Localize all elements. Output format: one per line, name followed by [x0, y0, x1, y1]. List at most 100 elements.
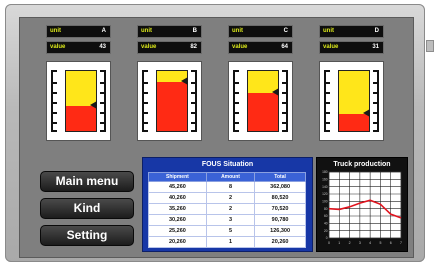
table-cell: 25,260	[148, 225, 207, 237]
value-number: 31	[372, 44, 379, 50]
column-header: Amount	[205, 172, 256, 182]
scale-tick	[373, 112, 377, 114]
table-cell: 2	[205, 192, 256, 204]
gauge-body	[46, 61, 111, 141]
x-tick-label: 1	[338, 241, 340, 245]
x-tick-label: 4	[369, 241, 371, 245]
left-scale-bracket	[142, 70, 148, 132]
scale-tick	[373, 102, 377, 104]
table-header-row: Shipment Amount Total	[148, 172, 306, 182]
scale-tick	[144, 92, 148, 94]
scale-tick	[191, 82, 195, 84]
scale-tick	[100, 102, 104, 104]
scale-tick	[282, 82, 286, 84]
gauge-value-row: value 64	[228, 41, 293, 54]
x-tick-label: 3	[359, 241, 361, 245]
scale-tick	[100, 122, 104, 124]
table-row: 35,260 2 70,520	[148, 203, 306, 215]
scale-tick	[235, 102, 239, 104]
value-label: value	[141, 44, 157, 50]
scale-tick	[373, 92, 377, 94]
y-tick-label: 40	[324, 222, 328, 226]
scale-tick	[235, 112, 239, 114]
level-bar	[247, 70, 279, 132]
level-pointer-icon	[363, 108, 370, 117]
table-row: 40,260 2 80,520	[148, 192, 306, 204]
scale-tick	[326, 122, 330, 124]
value-number: 82	[190, 44, 197, 50]
scale-tick	[53, 92, 57, 94]
gauge-value-row: value 82	[137, 41, 202, 54]
level-pointer-icon	[90, 101, 97, 110]
kind-button[interactable]: Kind	[40, 198, 134, 219]
right-scale-bracket	[282, 70, 288, 132]
x-tick-label: 0	[328, 241, 330, 245]
plot-area	[328, 171, 402, 239]
table-cell: 5	[205, 225, 256, 237]
scale-tick	[326, 92, 330, 94]
scale-tick	[144, 112, 148, 114]
column-header: Total	[254, 172, 306, 182]
gauge-b: unit B value 82	[137, 25, 202, 141]
bar-remaining	[339, 71, 369, 114]
scale-tick	[53, 122, 57, 124]
unit-label: unit	[141, 28, 152, 34]
table-cell: 20,260	[148, 236, 207, 248]
scale-tick	[326, 112, 330, 114]
level-pointer-icon	[181, 77, 188, 86]
y-tick-label: 120	[322, 192, 328, 196]
table-cell: 35,260	[148, 203, 207, 215]
scale-tick	[373, 122, 377, 124]
x-tick-label: 6	[390, 241, 392, 245]
unit-label: unit	[50, 28, 61, 34]
left-scale-bracket	[324, 70, 330, 132]
fous-situation-panel: FOUS Situation Shipment Amount Total 45,…	[142, 157, 313, 252]
table-cell: 362,080	[254, 181, 306, 193]
gauge-body	[228, 61, 293, 141]
y-tick-label: 0	[326, 236, 328, 240]
scale-tick	[235, 122, 239, 124]
gauge-value-row: value 31	[319, 41, 384, 54]
unit-value: C	[283, 28, 288, 34]
x-tick-label: 5	[379, 241, 381, 245]
value-label: value	[50, 44, 66, 50]
scale-tick	[53, 102, 57, 104]
x-tick-label: 7	[400, 241, 402, 245]
scale-tick	[235, 92, 239, 94]
y-tick-label: 160	[322, 178, 328, 182]
unit-value: A	[101, 28, 106, 34]
table-row: 45,260 8 362,080	[148, 181, 306, 193]
value-label: value	[232, 44, 248, 50]
scale-tick	[235, 82, 239, 84]
scale-tick	[191, 92, 195, 94]
table-cell: 1	[205, 236, 256, 248]
table-cell: 126,300	[254, 225, 306, 237]
table-title: FOUS Situation	[201, 161, 254, 168]
scale-tick	[373, 82, 377, 84]
gauge-body	[137, 61, 202, 141]
scale-tick	[144, 82, 148, 84]
right-scale-bracket	[191, 70, 197, 132]
scale-tick	[282, 92, 286, 94]
scale-tick	[326, 102, 330, 104]
setting-button[interactable]: Setting	[40, 225, 134, 246]
scale-tick	[191, 102, 195, 104]
scale-tick	[144, 102, 148, 104]
table-row: 20,260 1 20,260	[148, 236, 306, 248]
level-bar	[338, 70, 370, 132]
right-scale-bracket	[373, 70, 379, 132]
scale-tick	[100, 82, 104, 84]
level-pointer-icon	[272, 88, 279, 97]
scale-tick	[191, 122, 195, 124]
table-row: 30,260 3 90,780	[148, 214, 306, 226]
main-menu-button[interactable]: Main menu	[40, 171, 134, 192]
scale-tick	[282, 122, 286, 124]
table-row: 25,260 5 126,300	[148, 225, 306, 237]
unit-value: D	[374, 28, 379, 34]
right-scale-bracket	[100, 70, 106, 132]
table-cell: 30,260	[148, 214, 207, 226]
table-cell: 90,780	[254, 214, 306, 226]
y-tick-label: 100	[322, 200, 328, 204]
value-label: value	[323, 44, 339, 50]
unit-label: unit	[232, 28, 243, 34]
